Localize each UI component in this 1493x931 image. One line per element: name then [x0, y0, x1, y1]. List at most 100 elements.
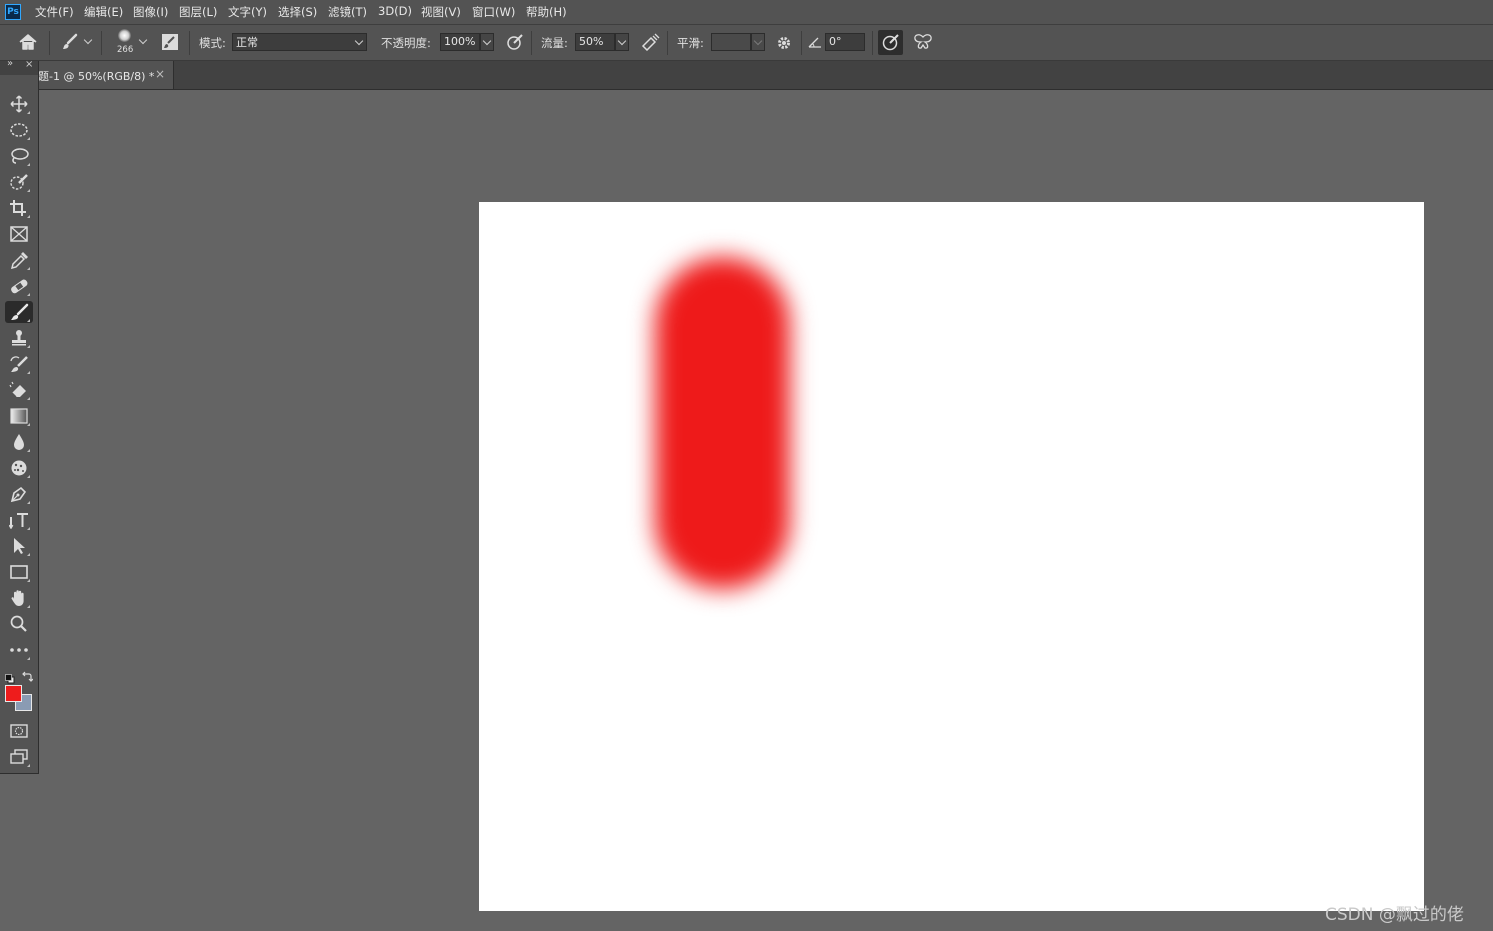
flyout-corner: [27, 111, 30, 114]
rectangle-icon: [10, 565, 28, 579]
lasso-icon: [11, 148, 29, 164]
brush-icon: [11, 303, 29, 320]
mode-label: 模式:: [199, 36, 226, 50]
gradient-icon: [10, 408, 28, 424]
rectangle-tool[interactable]: [5, 561, 33, 583]
eraser-tool[interactable]: [5, 379, 33, 401]
photoshop-logo-icon[interactable]: Ps: [5, 4, 21, 20]
flyout-corner: [27, 397, 30, 400]
gear-icon[interactable]: [775, 34, 793, 56]
eraser-icon: [9, 381, 26, 398]
options-bar: 266 模式: 正常 不透明度: 100% 流量: 50% 平滑: 0°: [0, 25, 1493, 61]
soft-brush-tip-icon: [118, 29, 131, 42]
quick-mask-icon: [10, 724, 28, 738]
lasso-tool[interactable]: [5, 145, 33, 167]
pen-tool[interactable]: [5, 483, 33, 505]
gradient-tool[interactable]: [5, 405, 33, 427]
sponge-icon: [11, 460, 27, 476]
brush-tool[interactable]: [5, 301, 33, 323]
menu-type[interactable]: 文字(Y): [228, 4, 267, 20]
path-selection-tool[interactable]: [5, 535, 33, 557]
home-icon[interactable]: [18, 33, 38, 55]
chevron-down-icon[interactable]: [138, 35, 148, 45]
smoothing-dropdown[interactable]: [751, 33, 765, 51]
mode-value: 正常: [236, 36, 258, 49]
close-panel-icon[interactable]: ×: [25, 59, 33, 70]
flyout-corner: [27, 163, 30, 166]
zoom-tool[interactable]: [5, 613, 33, 635]
menu-layer[interactable]: 图层(L): [179, 4, 217, 20]
symmetry-butterfly-icon[interactable]: [913, 33, 933, 55]
document-tab[interactable]: 题-1 @ 50%(RGB/8) * ×: [38, 61, 174, 89]
brush-preset-picker[interactable]: 266: [113, 28, 137, 58]
brush-settings-panel-icon[interactable]: [161, 33, 179, 55]
menu-help[interactable]: 帮助(H): [526, 4, 567, 20]
angle-input[interactable]: 0°: [825, 33, 865, 51]
menu-image[interactable]: 图像(I): [133, 4, 168, 20]
angle-value: 0°: [829, 35, 842, 48]
menu-filter[interactable]: 滤镜(T): [328, 4, 367, 20]
brush-size-value: 266: [117, 45, 134, 55]
pressure-opacity-icon[interactable]: [506, 33, 524, 55]
ellipsis-icon: [10, 648, 28, 652]
blur-tool[interactable]: [5, 431, 33, 453]
eyedropper-tool[interactable]: [5, 249, 33, 271]
flow-input[interactable]: 50%: [575, 33, 615, 51]
quick-mask-mode[interactable]: [5, 720, 33, 742]
flyout-corner: [27, 345, 30, 348]
more-tools[interactable]: [5, 639, 33, 661]
document-tab-title: 题-1 @ 50%(RGB/8) *: [38, 70, 155, 83]
move-tool[interactable]: [5, 93, 33, 115]
document-canvas[interactable]: [479, 202, 1424, 911]
close-icon[interactable]: ×: [155, 67, 165, 81]
frame-tool[interactable]: [5, 223, 33, 245]
menu-edit[interactable]: 编辑(E): [84, 4, 123, 20]
airbrush-icon[interactable]: [640, 33, 660, 55]
expand-panel-icon[interactable]: »: [7, 58, 13, 69]
menu-3d[interactable]: 3D(D): [378, 4, 412, 18]
quick-selection-tool[interactable]: [5, 171, 33, 193]
tools-panel-header[interactable]: » ×: [0, 58, 38, 75]
frame-icon: [10, 226, 28, 242]
chevron-down-icon: [753, 36, 763, 46]
swap-colors-icon[interactable]: [21, 668, 34, 687]
opacity-label: 不透明度:: [381, 36, 431, 50]
crop-tool[interactable]: [5, 197, 33, 219]
menu-view[interactable]: 视图(V): [421, 4, 461, 20]
pressure-size-toggle[interactable]: [878, 30, 903, 55]
healing-brush-tool[interactable]: [5, 275, 33, 297]
menu-select[interactable]: 选择(S): [278, 4, 317, 20]
flyout-corner: [27, 579, 30, 582]
chevron-down-icon[interactable]: [83, 35, 93, 45]
menu-file[interactable]: 文件(F): [35, 4, 74, 20]
history-brush-tool[interactable]: [5, 353, 33, 375]
sponge-tool[interactable]: [5, 457, 33, 479]
smoothing-input[interactable]: [711, 33, 751, 51]
flyout-corner: [27, 267, 30, 270]
separator: [49, 31, 50, 55]
chevron-down-icon: [617, 36, 627, 46]
screen-mode[interactable]: [5, 746, 33, 768]
pressure-size-icon: [882, 34, 899, 51]
flow-dropdown[interactable]: [615, 33, 629, 51]
elliptical-marquee-tool[interactable]: [5, 119, 33, 141]
hand-tool[interactable]: [5, 587, 33, 609]
mode-select[interactable]: 正常: [232, 33, 367, 51]
foreground-color-swatch[interactable]: [5, 685, 22, 702]
separator: [667, 31, 668, 55]
pen-icon: [10, 486, 27, 503]
opacity-input[interactable]: 100%: [440, 33, 480, 51]
opacity-dropdown[interactable]: [480, 33, 494, 51]
hand-icon: [11, 590, 24, 606]
document-tab-bar: 题-1 @ 50%(RGB/8) * ×: [0, 61, 1493, 90]
flyout-corner: [27, 553, 30, 556]
chevron-down-icon: [354, 36, 364, 46]
menu-window[interactable]: 窗口(W): [472, 4, 515, 20]
separator: [872, 31, 873, 55]
separator: [531, 31, 532, 55]
type-tool[interactable]: [5, 509, 33, 531]
tool-preset-brush-icon[interactable]: [60, 32, 80, 56]
arrow-cursor-icon: [14, 538, 25, 554]
eyedropper-icon: [10, 252, 28, 269]
clone-stamp-tool[interactable]: [5, 327, 33, 349]
